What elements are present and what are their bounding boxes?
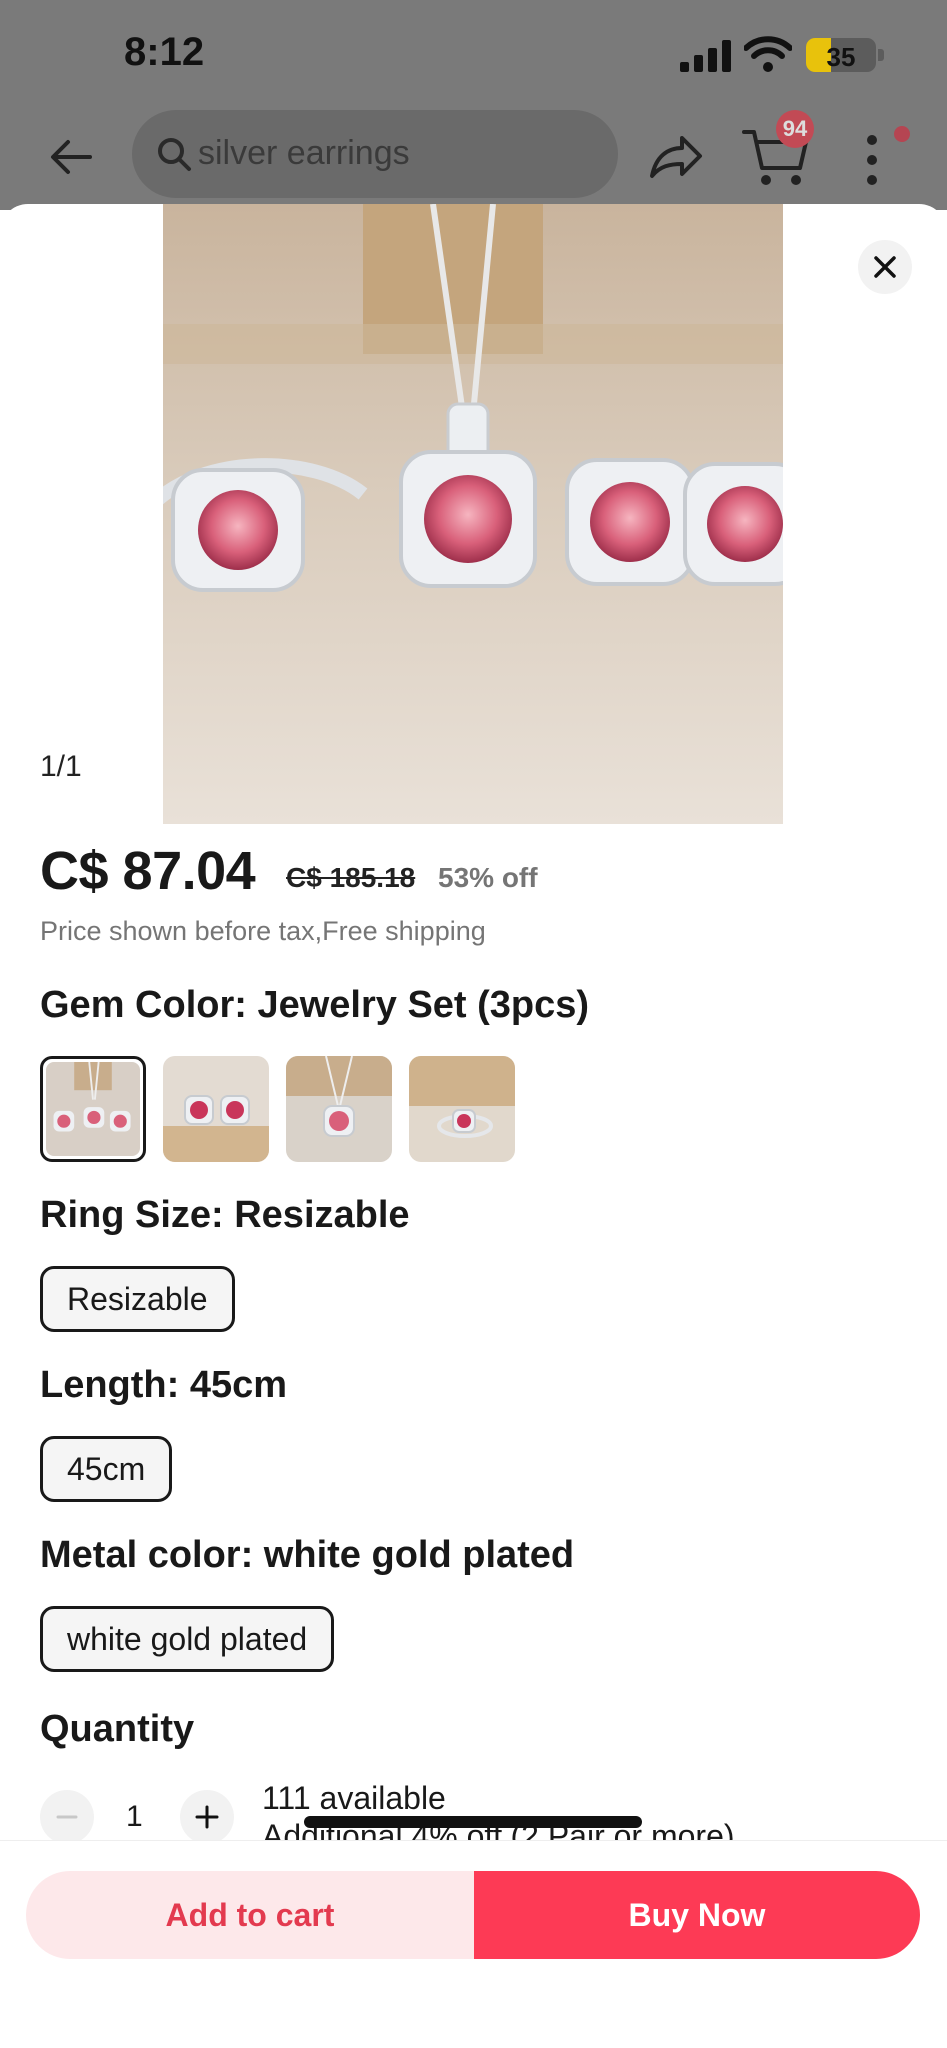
swatch-jewelry-set[interactable] [40,1056,146,1162]
quantity-decrease-button[interactable] [40,1790,94,1844]
option-chip-resizable[interactable]: Resizable [40,1266,235,1332]
metal-color-label: Metal color: white gold plated [40,1534,575,1576]
home-indicator[interactable] [304,1816,642,1828]
product-image[interactable] [163,204,783,824]
top-nav-bar: silver earrings 94 [0,110,947,206]
status-bar: 8:12 35 [0,0,947,110]
swatch-earrings[interactable] [163,1056,269,1162]
current-price: C$ 87.04 [40,841,256,901]
search-query: silver earrings [198,134,410,172]
stock-available: 111 available [262,1780,446,1816]
cart-count-badge: 94 [776,110,814,148]
quantity-value: 1 [126,1800,143,1833]
quantity-label: Quantity [40,1708,195,1750]
share-icon[interactable] [648,130,704,182]
background-app: 8:12 35 silver earrings 94 [0,0,947,210]
plus-icon [195,1805,219,1829]
notification-dot [894,126,910,142]
gem-color-label: Gem Color: Jewelry Set (3pcs) [40,984,590,1026]
search-input[interactable]: silver earrings [132,110,618,198]
sku-selector-sheet: 1/1 C$ 87.04 C$ 185.18 53% off Price sho… [0,204,947,2048]
option-chip-white-gold-plated[interactable]: white gold plated [40,1606,335,1672]
quantity-increase-button[interactable] [180,1790,234,1844]
wifi-icon [744,36,792,72]
action-bar: Add to cart Buy Now [0,1840,947,2048]
close-button[interactable] [858,240,912,294]
swatch-necklace[interactable] [286,1056,392,1162]
status-time: 8:12 [124,30,205,74]
discount-label: 53% off [438,862,538,893]
length-label: Length: 45cm [40,1364,288,1406]
price-note: Price shown before tax,Free shipping [40,916,486,946]
search-icon [158,138,191,171]
signal-icon [680,40,731,72]
back-arrow-icon[interactable] [46,132,96,182]
swatch-ring[interactable] [409,1056,515,1162]
option-chip-45cm[interactable]: 45cm [40,1436,173,1502]
original-price: C$ 185.18 [286,862,416,893]
add-to-cart-button[interactable]: Add to cart [26,1871,474,1959]
close-icon [874,256,896,278]
minus-icon [56,1815,78,1819]
image-counter: 1/1 [40,750,82,783]
battery-icon: 35 [806,38,876,72]
battery-level: 35 [826,42,856,72]
ring-size-label: Ring Size: Resizable [40,1194,410,1236]
buy-now-button[interactable]: Buy Now [474,1871,920,1959]
more-vertical-icon[interactable] [862,132,882,188]
